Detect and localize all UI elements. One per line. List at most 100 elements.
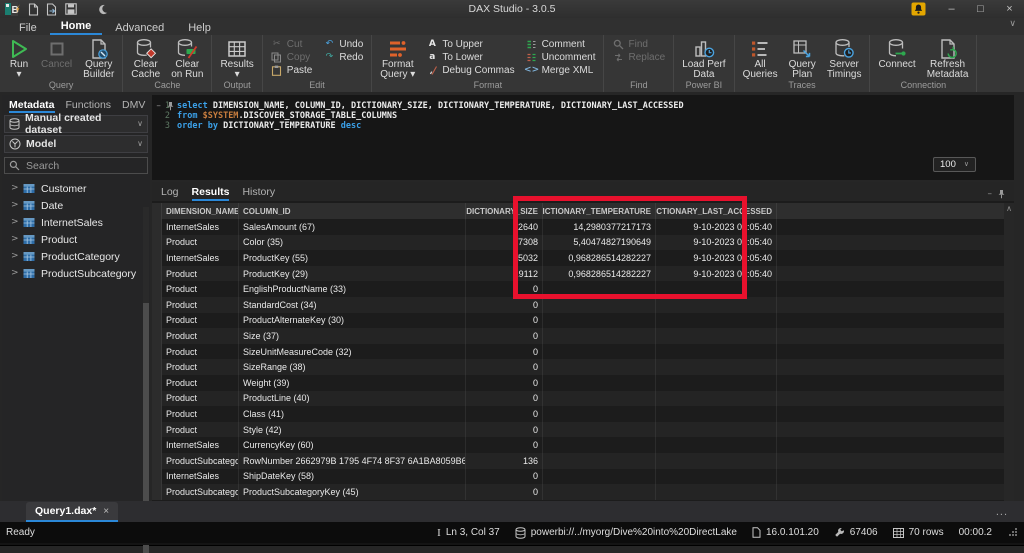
row-header[interactable] <box>152 375 162 391</box>
chevron-right-icon[interactable]: > <box>11 218 17 227</box>
to-upper-button[interactable]: ATo Upper <box>423 39 517 50</box>
undo-button[interactable]: ↶Undo <box>320 39 366 50</box>
results-tab-log[interactable]: Log <box>161 186 179 201</box>
row-header[interactable] <box>152 391 162 407</box>
more-options-icon[interactable]: ... <box>996 506 1008 518</box>
row-header[interactable] <box>152 235 162 251</box>
row-header[interactable] <box>152 469 162 485</box>
refresh-metadata-button[interactable]: RefreshMetadata <box>922 36 974 80</box>
menu-tab-home[interactable]: Home <box>50 18 103 35</box>
row-header[interactable] <box>152 422 162 438</box>
metadata-tab-metadata[interactable]: Metadata <box>9 99 55 113</box>
format-query-button[interactable]: FormatQuery ▾ <box>375 36 420 80</box>
table-row[interactable]: ProductSize (37)0 <box>152 328 1014 344</box>
table-row[interactable]: ProductWeight (39)0 <box>152 375 1014 391</box>
resize-grip[interactable] <box>1009 528 1018 537</box>
row-header[interactable] <box>152 281 162 297</box>
table-row[interactable]: ProductSubcategoryRowNumber 2662979B 179… <box>152 453 1014 469</box>
row-limit-select[interactable]: 100 ∨ <box>933 157 976 172</box>
metadata-tab-dmv[interactable]: DMV <box>122 99 145 113</box>
to-lower-button[interactable]: aTo Lower <box>423 52 517 63</box>
table-row[interactable]: ProductProductAlternateKey (30)0 <box>152 313 1014 329</box>
row-header[interactable] <box>152 313 162 329</box>
server-timings-button[interactable]: ServerTimings <box>822 36 867 80</box>
column-header-column-id[interactable]: COLUMN_ID <box>239 203 466 219</box>
new-file-icon[interactable] <box>28 3 39 16</box>
document-tab-query1[interactable]: Query1.dax* × <box>26 502 118 522</box>
minimize-pane-icon[interactable]: – <box>156 102 161 111</box>
minimize-button[interactable]: – <box>937 0 966 18</box>
sidebar-scrollbar[interactable] <box>143 207 149 497</box>
tree-item-internetsales[interactable]: >InternetSales <box>2 214 150 231</box>
table-row[interactable]: ProductProductLine (40)0 <box>152 391 1014 407</box>
save-icon[interactable] <box>65 3 77 15</box>
clear-cache-button[interactable]: ClearCache <box>126 36 165 80</box>
tree-item-productsubcategory[interactable]: >ProductSubcategory <box>2 265 150 282</box>
notification-bell-icon[interactable] <box>907 2 929 17</box>
tree-item-date[interactable]: >Date <box>2 197 150 214</box>
table-row[interactable]: ProductStyle (42)0 <box>152 422 1014 438</box>
query-plan-button[interactable]: QueryPlan <box>784 36 821 80</box>
table-row[interactable]: ProductClass (41)0 <box>152 406 1014 422</box>
menu-tab-advanced[interactable]: Advanced <box>104 18 175 35</box>
close-button[interactable]: × <box>995 0 1024 18</box>
results-tab-history[interactable]: History <box>242 186 275 201</box>
chevron-right-icon[interactable]: > <box>11 269 17 278</box>
chevron-right-icon[interactable]: > <box>11 201 17 210</box>
row-header[interactable] <box>152 266 162 282</box>
query-builder-button[interactable]: QueryBuilder <box>78 36 119 80</box>
close-tab-icon[interactable]: × <box>103 506 109 517</box>
chevron-right-icon[interactable]: > <box>11 252 17 261</box>
maximize-button[interactable]: □ <box>966 0 995 18</box>
model-selector[interactable]: Model ∨ <box>4 135 148 153</box>
merge-xml-button[interactable]: <>Merge XML <box>523 65 599 76</box>
row-header[interactable] <box>152 328 162 344</box>
row-header[interactable] <box>152 437 162 453</box>
tree-item-productcategory[interactable]: >ProductCategory <box>2 248 150 265</box>
tree-item-customer[interactable]: >Customer <box>2 180 150 197</box>
row-header[interactable] <box>152 484 162 500</box>
menu-tab-file[interactable]: File <box>8 18 48 35</box>
uncomment-button[interactable]: Uncomment <box>523 52 599 63</box>
run-button[interactable]: Run▾ <box>3 36 35 80</box>
table-row[interactable]: ProductSizeRange (38)0 <box>152 359 1014 375</box>
row-header[interactable] <box>152 219 162 235</box>
query-editor[interactable]: 1select DIMENSION_NAME, COLUMN_ID, DICTI… <box>152 95 1014 180</box>
scroll-up-icon[interactable]: ∧ <box>1006 205 1012 501</box>
connect-button[interactable]: Connect <box>873 36 920 70</box>
row-header[interactable] <box>152 359 162 375</box>
collapse-ribbon-chevron-icon[interactable]: ∨ <box>1009 20 1016 29</box>
row-header[interactable] <box>152 406 162 422</box>
results-tab-results[interactable]: Results <box>192 186 230 201</box>
comment-button[interactable]: Comment <box>523 39 599 50</box>
search-input[interactable] <box>24 159 143 173</box>
dataset-selector[interactable]: Manual created dataset ∨ <box>4 115 148 133</box>
table-row[interactable]: ProductSizeUnitMeasureCode (32)0 <box>152 344 1014 360</box>
metadata-tab-functions[interactable]: Functions <box>66 99 112 113</box>
row-header[interactable] <box>152 297 162 313</box>
table-row[interactable]: InternetSalesShipDateKey (58)0 <box>152 469 1014 485</box>
pin-icon[interactable] <box>166 101 175 111</box>
clear-on-run-button[interactable]: Clearon Run <box>166 36 208 80</box>
pin-icon[interactable] <box>997 189 1006 199</box>
column-header-dimension-name[interactable]: DIMENSION_NAME <box>162 203 239 219</box>
load-perf-data-button[interactable]: Load PerfData <box>677 36 730 80</box>
minimize-pane-icon[interactable]: – <box>988 190 993 199</box>
table-row[interactable]: ProductStandardCost (34)0 <box>152 297 1014 313</box>
chevron-right-icon[interactable]: > <box>11 184 17 193</box>
chevron-right-icon[interactable]: > <box>11 235 17 244</box>
all-queries-button[interactable]: AllQueries <box>738 36 783 80</box>
redo-button[interactable]: ↷Redo <box>320 52 366 63</box>
results-button[interactable]: Results▾ <box>215 36 258 80</box>
menu-tab-help[interactable]: Help <box>177 18 222 35</box>
open-file-icon[interactable] <box>46 3 58 16</box>
paste-button[interactable]: Paste <box>268 65 316 76</box>
table-row[interactable]: InternetSalesCurrencyKey (60)0 <box>152 437 1014 453</box>
debug-commas-button[interactable]: Debug Commas <box>423 65 517 76</box>
tree-item-product[interactable]: >Product <box>2 231 150 248</box>
grid-scrollbar[interactable]: ∧ <box>1004 203 1014 501</box>
row-header[interactable] <box>152 344 162 360</box>
table-row[interactable]: ProductSubcategoryProductSubcategoryKey … <box>152 484 1014 500</box>
row-header[interactable] <box>152 250 162 266</box>
row-header[interactable] <box>152 453 162 469</box>
